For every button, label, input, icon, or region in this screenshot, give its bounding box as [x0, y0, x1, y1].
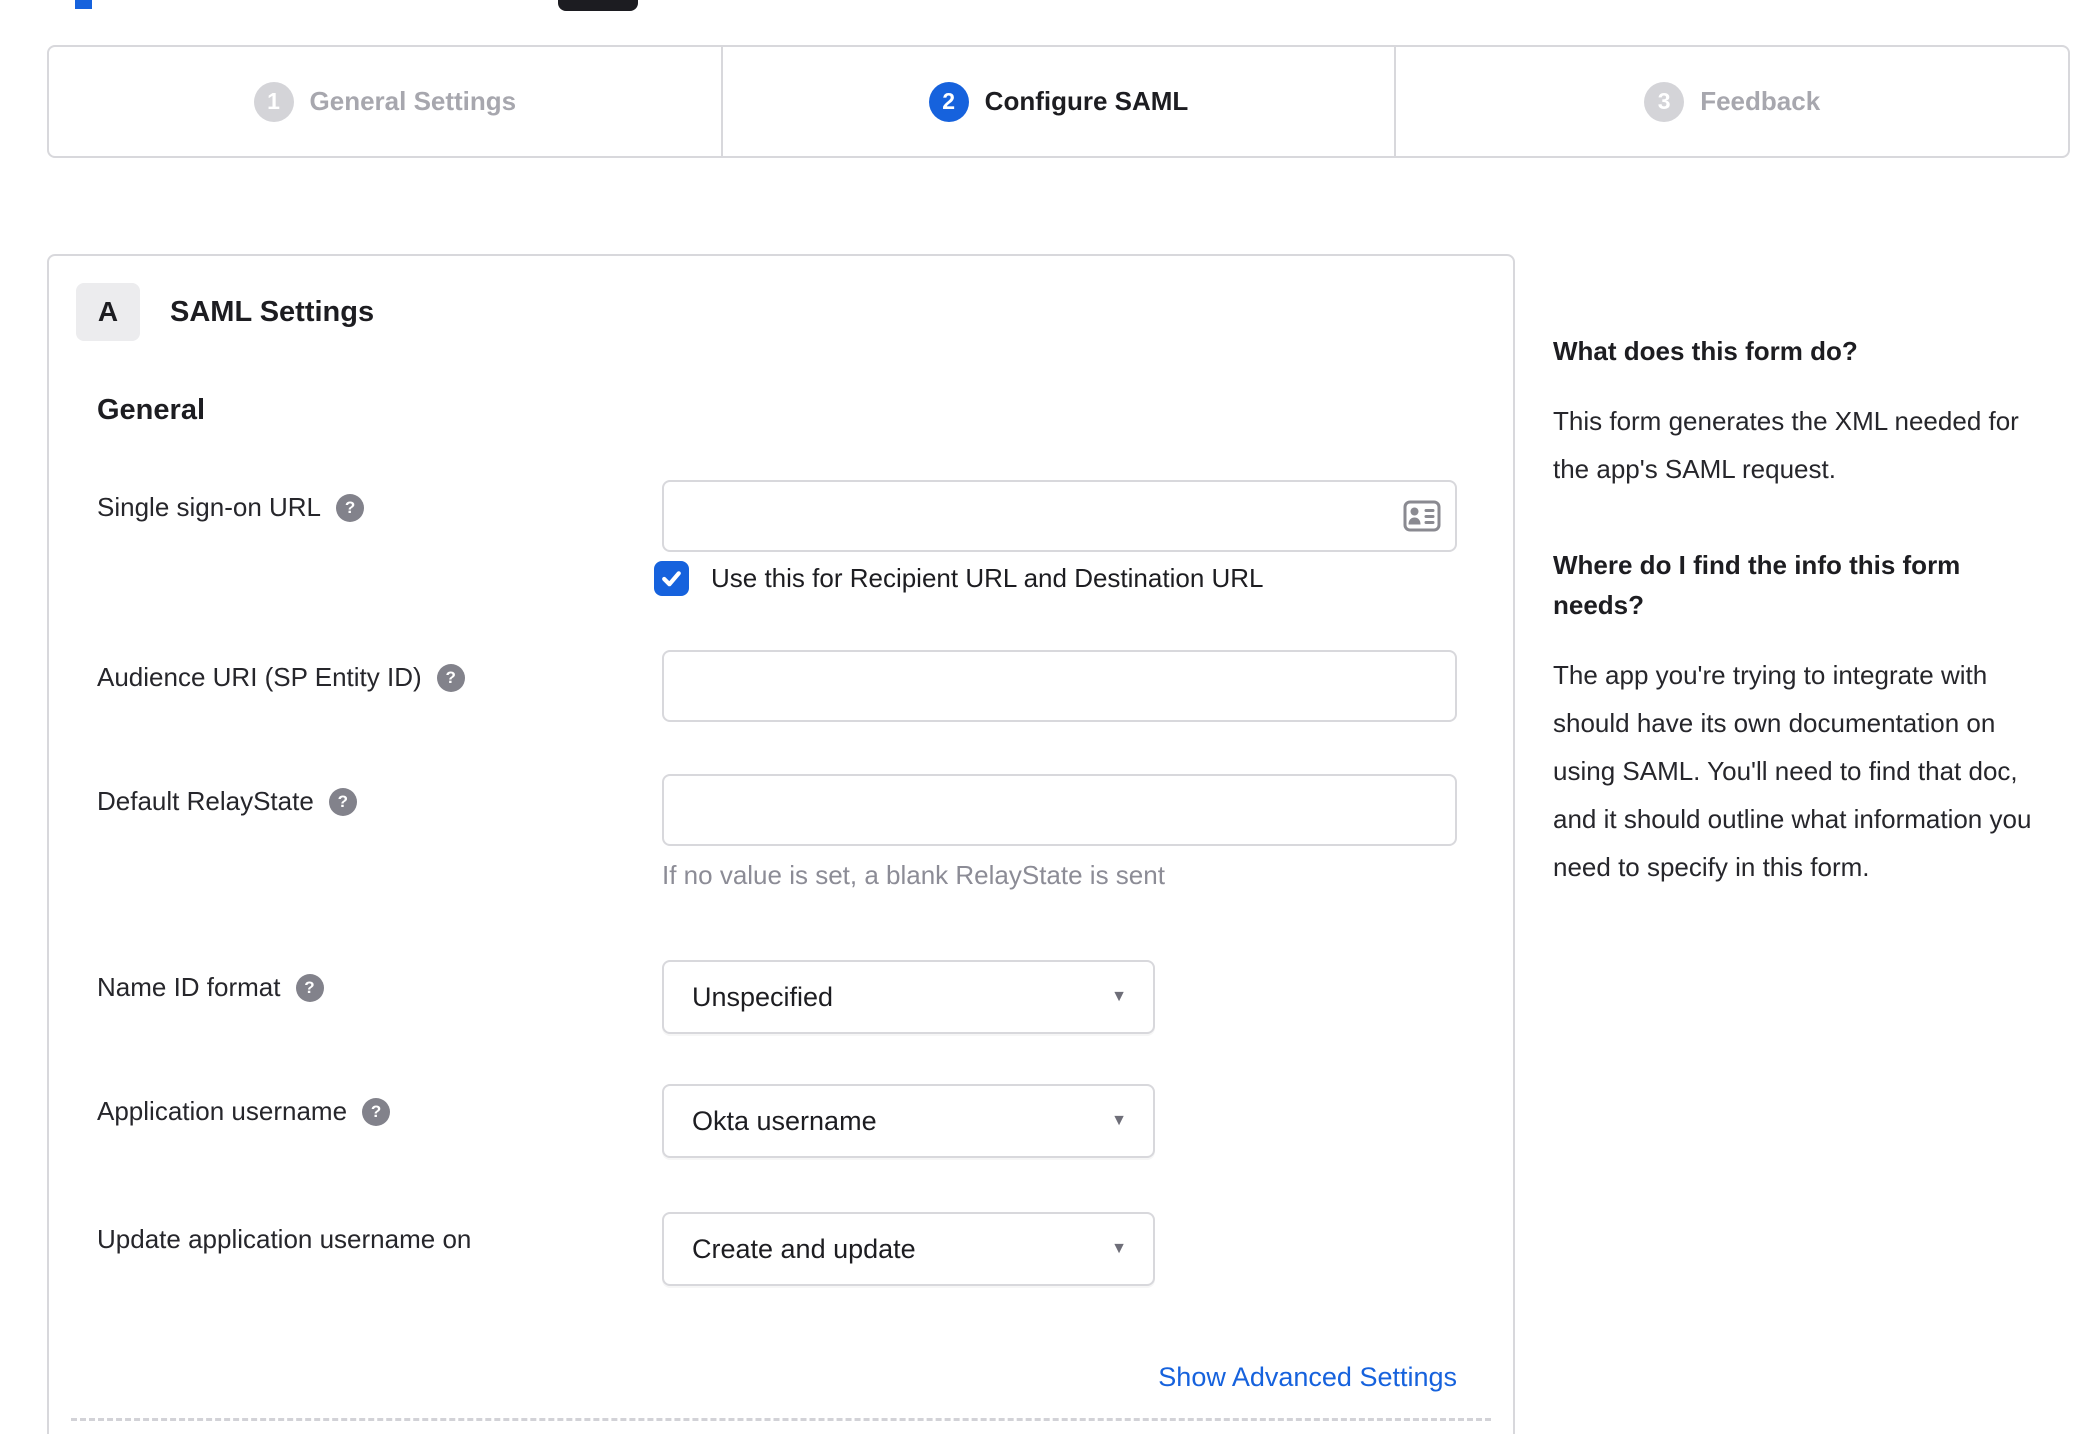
name-id-format-value: Unspecified [692, 981, 834, 1012]
single-sign-on-url-label-text: Single sign-on URL [97, 492, 322, 522]
step-2-number-badge: 2 [928, 81, 969, 122]
help-icon[interactable]: ? [436, 663, 465, 692]
audience-uri-label-text: Audience URI (SP Entity ID) [97, 662, 422, 692]
help-icon[interactable]: ? [295, 973, 324, 1002]
caret-down-icon: ▼ [1111, 1240, 1127, 1257]
step-3-number-badge: 3 [1644, 81, 1685, 122]
application-username-label: Application username ? [97, 1096, 637, 1127]
row-name-id-format: Name ID format ? Unspecified ▼ [49, 960, 1513, 1034]
general-section-heading: General [97, 394, 205, 426]
step-configure-saml: 2 Configure SAML [720, 47, 1395, 156]
clipped-toggle-fragment [558, 0, 638, 11]
application-username-select[interactable]: Okta username ▼ [662, 1084, 1155, 1158]
update-application-username-select[interactable]: Create and update ▼ [662, 1212, 1155, 1286]
clipped-blue-fragment [75, 0, 92, 9]
row-audience-uri: Audience URI (SP Entity ID) ? [49, 650, 1513, 722]
contact-card-icon [1403, 500, 1441, 532]
name-id-format-select[interactable]: Unspecified ▼ [662, 960, 1155, 1034]
checkmark-icon [662, 571, 681, 587]
caret-down-icon: ▼ [1111, 1112, 1127, 1129]
row-default-relaystate: Default RelayState ? If no value is set,… [49, 774, 1513, 894]
audience-uri-input[interactable] [662, 650, 1457, 722]
step-3-label: Feedback [1700, 86, 1821, 116]
step-2-label: Configure SAML [984, 86, 1189, 116]
help-sidebar: What does this form do? This form genera… [1553, 331, 2051, 891]
default-relaystate-input[interactable] [662, 774, 1457, 846]
application-username-label-text: Application username [97, 1096, 348, 1126]
step-general-settings: 1 General Settings [49, 47, 721, 156]
help-question-1: What does this form do? [1553, 336, 1858, 366]
row-application-username: Application username ? Okta username ▼ [49, 1084, 1513, 1158]
step-1-number-badge: 1 [253, 81, 294, 122]
advanced-settings-row: Show Advanced Settings [662, 1362, 1457, 1393]
help-icon[interactable]: ? [328, 787, 357, 816]
update-application-username-value: Create and update [692, 1233, 916, 1264]
page: 1 General Settings 2 Configure SAML 3 Fe… [0, 0, 2092, 1434]
default-relaystate-label-text: Default RelayState [97, 786, 314, 816]
single-sign-on-url-label: Single sign-on URL ? [97, 492, 637, 523]
default-relaystate-label: Default RelayState ? [97, 786, 637, 817]
show-advanced-settings-link[interactable]: Show Advanced Settings [1158, 1362, 1457, 1392]
wizard-stepper: 1 General Settings 2 Configure SAML 3 Fe… [47, 45, 2070, 158]
single-sign-on-url-input[interactable] [662, 480, 1457, 552]
section-a-badge: A [76, 283, 140, 341]
step-feedback: 3 Feedback [1394, 47, 2068, 156]
step-1-label: General Settings [309, 86, 517, 116]
help-answer-1: This form generates the XML needed for t… [1553, 406, 2019, 484]
update-application-username-label-text: Update application username on [97, 1224, 472, 1254]
recipient-destination-checkbox[interactable] [654, 561, 689, 596]
saml-settings-card: A SAML Settings General Single sign-on U… [47, 254, 1515, 1434]
name-id-format-label-text: Name ID format [97, 972, 281, 1002]
application-username-value: Okta username [692, 1105, 877, 1136]
help-answer-2: The app you're trying to integrate with … [1553, 660, 2032, 882]
update-application-username-label: Update application username on [97, 1224, 637, 1255]
card-title: SAML Settings [170, 295, 375, 328]
card-header: A SAML Settings [76, 283, 374, 341]
recipient-destination-checkbox-label: Use this for Recipient URL and Destinati… [711, 563, 1264, 593]
row-update-application-username: Update application username on Create an… [49, 1212, 1513, 1286]
name-id-format-label: Name ID format ? [97, 972, 637, 1003]
help-question-2: Where do I find the info this form needs… [1553, 550, 1961, 620]
help-icon[interactable]: ? [362, 1097, 391, 1126]
audience-uri-label: Audience URI (SP Entity ID) ? [97, 662, 637, 693]
help-icon[interactable]: ? [336, 493, 365, 522]
caret-down-icon: ▼ [1111, 988, 1127, 1005]
relaystate-hint: If no value is set, a blank RelayState i… [662, 860, 1165, 890]
row-recipient-destination: Use this for Recipient URL and Destinati… [654, 561, 1264, 596]
dashed-divider [71, 1418, 1491, 1421]
row-single-sign-on-url: Single sign-on URL ? [49, 480, 1513, 552]
